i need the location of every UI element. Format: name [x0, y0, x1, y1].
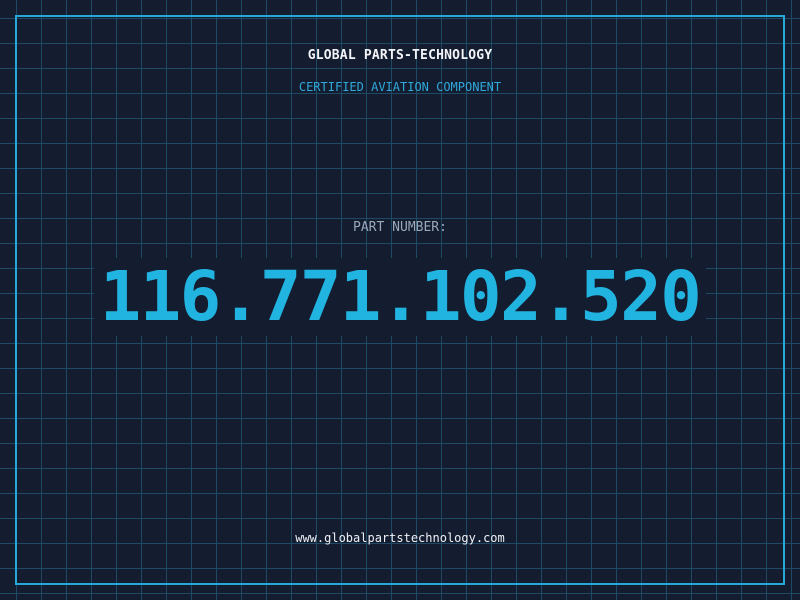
company-name: GLOBAL PARTS-TECHNOLOGY	[307, 48, 493, 63]
certification-subtitle: CERTIFIED AVIATION COMPONENT	[298, 80, 502, 94]
part-number-value: 116.771.102.520	[93, 258, 707, 336]
part-number-label: PART NUMBER:	[353, 220, 447, 235]
part-number-container: 116.771.102.520	[0, 258, 800, 336]
website-url: www.globalpartstechnology.com	[295, 531, 505, 545]
